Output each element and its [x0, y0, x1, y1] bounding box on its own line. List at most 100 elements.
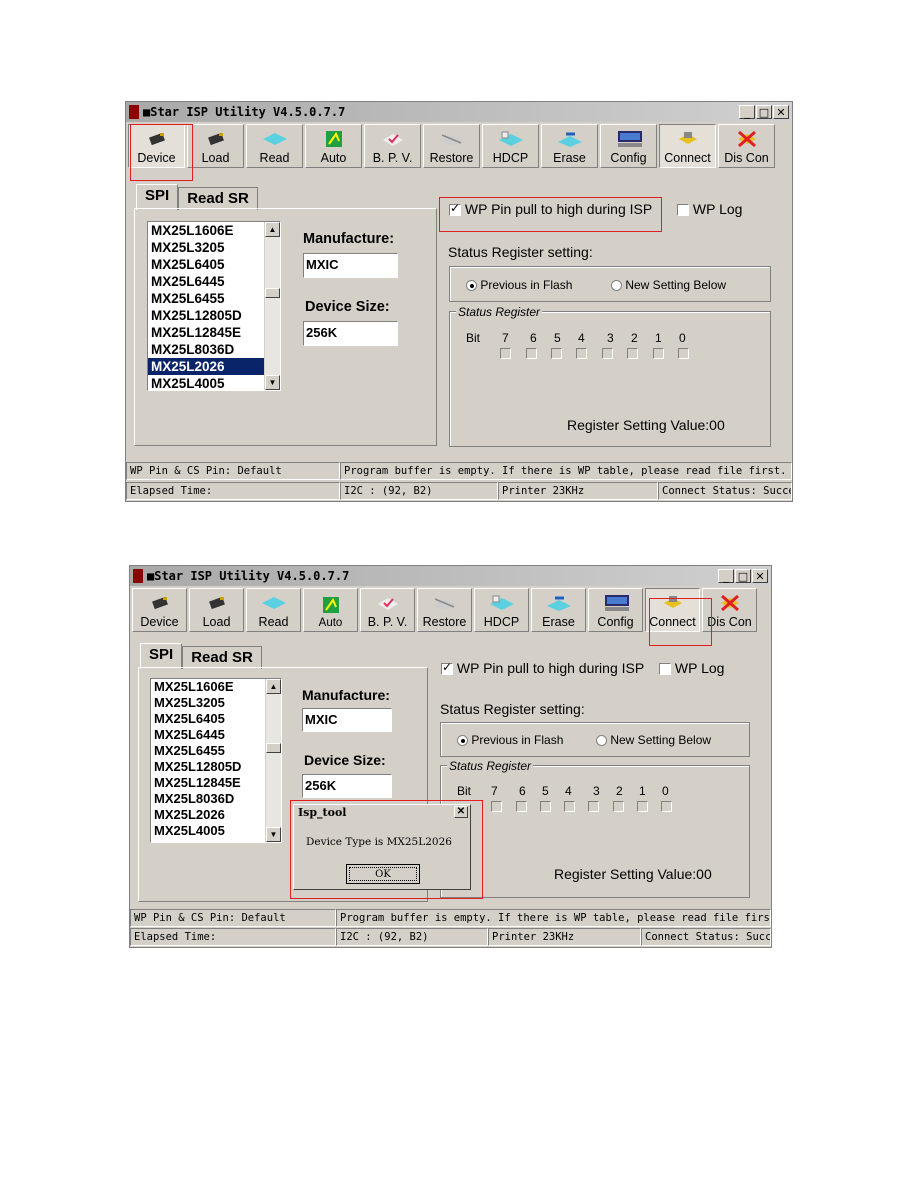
device-button[interactable]: Device	[132, 588, 187, 632]
bpv-button[interactable]: B. P. V.	[360, 588, 415, 632]
list-item[interactable]: MX25L4005	[151, 823, 281, 839]
bit-7-checkbox[interactable]	[491, 801, 502, 812]
hdcp-button[interactable]: HDCP	[474, 588, 529, 632]
read-icon	[261, 593, 287, 613]
bit-6-checkbox[interactable]	[516, 801, 527, 812]
auto-button[interactable]: Auto	[303, 588, 358, 632]
dialog-highlight-box	[290, 800, 483, 899]
list-item[interactable]: MX25L6445	[148, 273, 280, 290]
maximize-button[interactable]: □	[756, 105, 772, 119]
scroll-thumb[interactable]	[266, 743, 281, 753]
auto-icon	[318, 595, 344, 615]
wp-pin-checkbox[interactable]: WP Pin pull to high during ISP	[441, 660, 644, 676]
bit-3-checkbox[interactable]	[602, 348, 613, 359]
list-scrollbar[interactable]: ▲ ▼	[264, 222, 280, 390]
bit-5-checkbox[interactable]	[540, 801, 551, 812]
maximize-button[interactable]: □	[735, 569, 751, 583]
radio-new-setting[interactable]: New Setting Below	[611, 278, 726, 292]
scroll-up-icon[interactable]: ▲	[265, 222, 280, 237]
list-item[interactable]: MX25L8036D	[151, 791, 281, 807]
list-item[interactable]: MX25L12845E	[151, 775, 281, 791]
status-register-setting-label: Status Register setting:	[440, 701, 585, 717]
auto-icon	[321, 129, 347, 149]
erase-button[interactable]: Erase	[531, 588, 586, 632]
list-item[interactable]: MX25L3205	[148, 239, 280, 256]
restore-button[interactable]: Restore	[417, 588, 472, 632]
hdcp-button[interactable]: HDCP	[482, 124, 539, 168]
tab-spi[interactable]: SPI	[136, 184, 179, 210]
bit-5-checkbox[interactable]	[551, 348, 562, 359]
window-title: ■Star ISP Utility V4.5.0.7.7	[147, 569, 350, 583]
device-listbox[interactable]: MX25L1606E MX25L3205 MX25L6405 MX25L6445…	[150, 678, 282, 843]
list-item[interactable]: MX25L2026	[151, 807, 281, 823]
radio-previous-in-flash[interactable]: Previous in Flash	[466, 278, 572, 292]
bit-0-checkbox[interactable]	[678, 348, 689, 359]
bit-0-label: 0	[662, 784, 669, 798]
list-item[interactable]: MX25L1606E	[148, 222, 280, 239]
list-item[interactable]: MX25L6455	[151, 743, 281, 759]
isp-window-1: ■Star ISP Utility V4.5.0.7.7 _ □ ✕ Devic…	[125, 101, 793, 502]
device-listbox[interactable]: MX25L1606E MX25L3205 MX25L6405 MX25L6445…	[147, 221, 281, 391]
bit-4-label: 4	[565, 784, 572, 798]
tab-read-sr[interactable]: Read SR	[182, 646, 262, 669]
bit-3-checkbox[interactable]	[588, 801, 599, 812]
list-item[interactable]: MX25L6405	[148, 256, 280, 273]
radio-new-setting[interactable]: New Setting Below	[596, 733, 711, 747]
config-button[interactable]: Config	[588, 588, 643, 632]
list-item[interactable]: MX25L12805D	[151, 759, 281, 775]
tab-spi[interactable]: SPI	[140, 643, 183, 669]
list-item[interactable]: MX25L12805D	[148, 307, 280, 324]
bit-0-checkbox[interactable]	[661, 801, 672, 812]
status-i2c: I2C : (92, B2)	[336, 928, 488, 946]
list-item[interactable]: MX25L6445	[151, 727, 281, 743]
radio-previous-in-flash[interactable]: Previous in Flash	[457, 733, 563, 747]
check-icon	[380, 129, 406, 149]
tab-read-sr[interactable]: Read SR	[178, 187, 258, 210]
bit-6-label: 6	[530, 331, 537, 345]
minimize-button[interactable]: _	[718, 569, 734, 583]
bit-5-label: 5	[554, 331, 561, 345]
erase-button[interactable]: Erase	[541, 124, 598, 168]
scroll-up-icon[interactable]: ▲	[266, 679, 281, 694]
wp-log-checkbox[interactable]: WP Log	[677, 201, 742, 217]
scroll-thumb[interactable]	[265, 288, 280, 298]
list-item[interactable]: MX25L12845E	[148, 324, 280, 341]
list-item[interactable]: MX25L6455	[148, 290, 280, 307]
load-button[interactable]: Load	[189, 588, 244, 632]
connect-button[interactable]: Connect	[659, 124, 716, 168]
list-item[interactable]: MX25L3205	[151, 695, 281, 711]
disconnect-button[interactable]: Dis Con	[718, 124, 775, 168]
close-button[interactable]: ✕	[752, 569, 768, 583]
auto-button[interactable]: Auto	[305, 124, 362, 168]
wp-log-checkbox[interactable]: WP Log	[659, 660, 724, 676]
list-item[interactable]: MX25L6405	[151, 711, 281, 727]
load-button[interactable]: Load	[187, 124, 244, 168]
restore-button[interactable]: Restore	[423, 124, 480, 168]
list-item[interactable]: MX25L8036D	[148, 341, 280, 358]
list-item[interactable]: MX25L4005	[148, 375, 280, 390]
bit-4-checkbox[interactable]	[576, 348, 587, 359]
read-button[interactable]: Read	[246, 124, 303, 168]
bit-1-checkbox[interactable]	[653, 348, 664, 359]
bit-7-checkbox[interactable]	[500, 348, 511, 359]
radio-on-icon	[457, 735, 468, 747]
computer-icon	[603, 593, 629, 613]
bit-2-checkbox[interactable]	[627, 348, 638, 359]
config-button[interactable]: Config	[600, 124, 657, 168]
close-button[interactable]: ✕	[773, 105, 789, 119]
list-scrollbar[interactable]: ▲ ▼	[265, 679, 281, 842]
device-size-field: 256K	[302, 774, 392, 798]
bit-4-checkbox[interactable]	[564, 801, 575, 812]
register-setting-value: Register Setting Value:00	[567, 417, 725, 433]
bit-label: Bit	[457, 784, 472, 798]
scroll-down-icon[interactable]: ▼	[266, 827, 281, 842]
bit-1-checkbox[interactable]	[637, 801, 648, 812]
bpv-button[interactable]: B. P. V.	[364, 124, 421, 168]
minimize-button[interactable]: _	[739, 105, 755, 119]
bit-6-checkbox[interactable]	[526, 348, 537, 359]
list-item-selected[interactable]: MX25L2026	[148, 358, 265, 375]
read-button[interactable]: Read	[246, 588, 301, 632]
scroll-down-icon[interactable]: ▼	[265, 375, 280, 390]
list-item[interactable]: MX25L1606E	[151, 679, 281, 695]
bit-2-checkbox[interactable]	[613, 801, 624, 812]
